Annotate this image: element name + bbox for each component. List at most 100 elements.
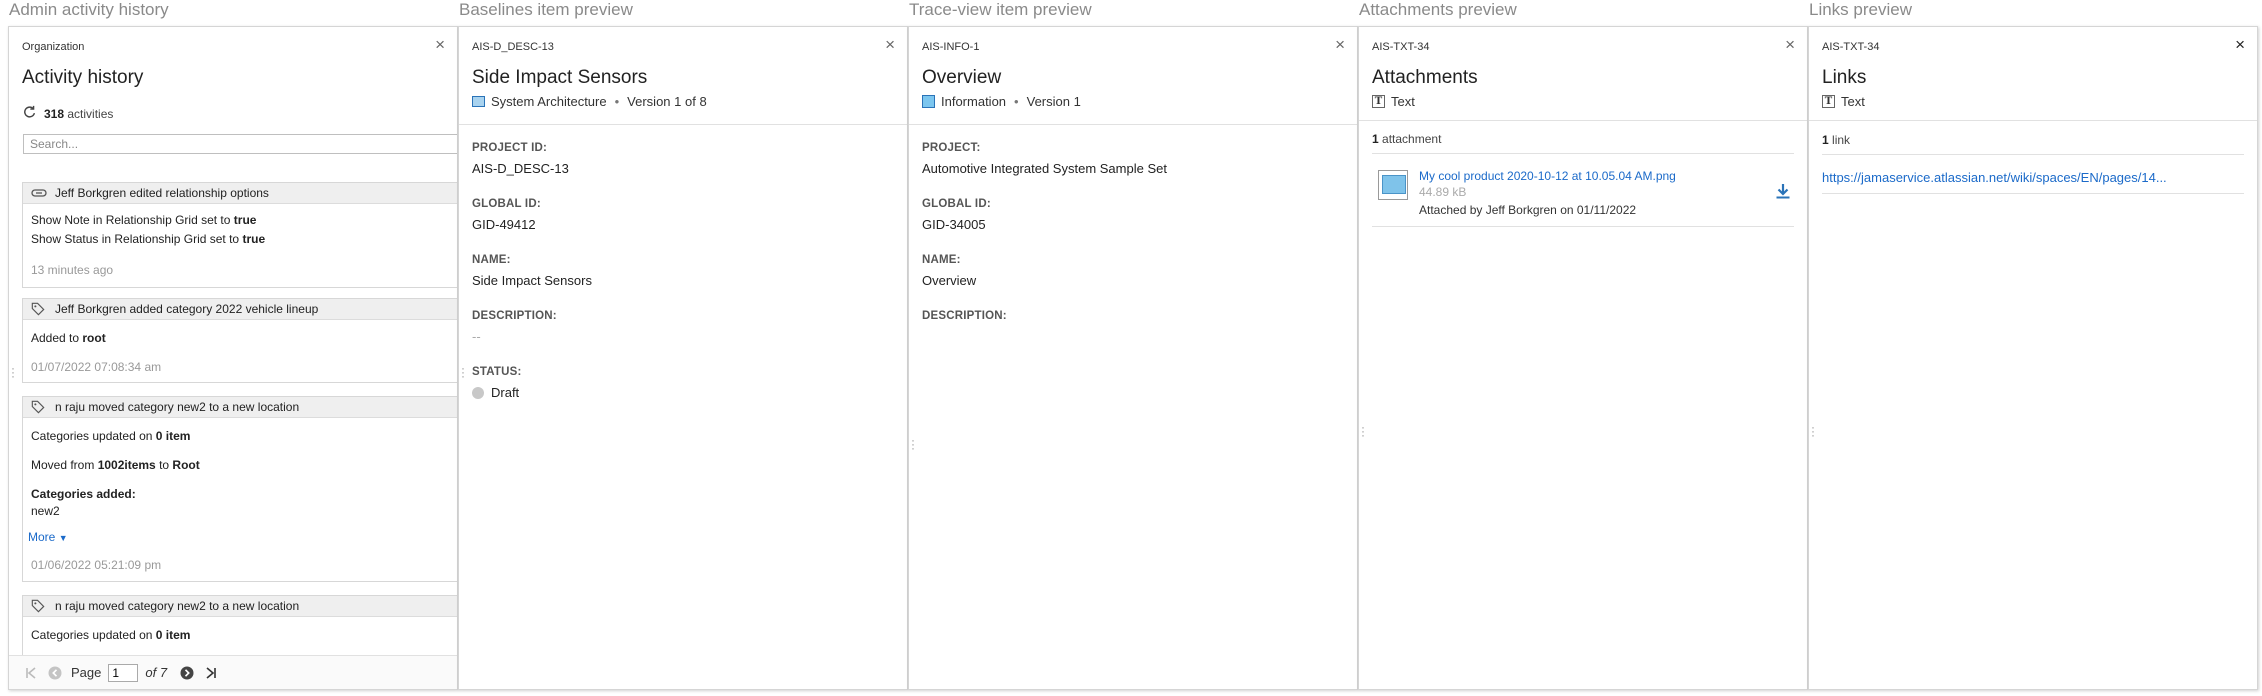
text-icon: T <box>1822 95 1835 108</box>
activity-entry-line: Show Note in Relationship Grid set to tr… <box>31 213 257 227</box>
field-label-project-id: PROJECT ID: <box>472 142 548 154</box>
attachment-attribution: Attached by Jeff Borkgren on 01/11/2022 <box>1419 203 1637 217</box>
page-label: Page <box>71 665 102 680</box>
field-label-name: NAME: <box>472 254 511 266</box>
item-type: System Architecture <box>491 94 607 109</box>
resize-grip[interactable]: · · · <box>461 362 465 382</box>
next-page-icon[interactable] <box>179 665 195 681</box>
link-count: 1 link <box>1822 133 1851 147</box>
links-panel: AIS-TXT-34 × Links T Text 1 link · · · htt… <box>1808 26 2258 690</box>
external-link[interactable]: https://jamaservice.atlassian.net/wiki/s… <box>1822 170 2167 185</box>
activity-entry-header: Jeff Borkgren added category 2022 vehicl… <box>55 302 319 316</box>
caption-trace-view-item-preview: Trace-view item preview <box>909 0 1092 19</box>
pagination-bar: Page of 7 <box>9 655 457 689</box>
status-indicator <box>472 387 484 399</box>
item-id-label: AIS-INFO-1 <box>922 41 980 53</box>
page-number-input[interactable] <box>108 663 139 682</box>
image-thumbnail[interactable] <box>1378 170 1408 200</box>
field-value-description: -- <box>472 329 481 344</box>
item-subtitle: Information • Version 1 <box>922 94 1081 109</box>
activity-entry-header: Jeff Borkgren edited relationship option… <box>55 186 269 200</box>
field-value-project: Automotive Integrated System Sample Set <box>922 161 1167 176</box>
activity-timestamp: 01/06/2022 05:21:09 pm <box>31 558 162 572</box>
divider <box>1372 153 1794 154</box>
item-type: Information <box>941 94 1007 109</box>
activity-entry-header: n raju moved category new2 to a new loca… <box>55 400 300 414</box>
field-value-global-id: GID-49412 <box>472 217 536 232</box>
page-total: of 7 <box>145 665 168 680</box>
activity-entry: n raju moved category new2 to a new loca… <box>22 396 457 582</box>
activity-entry-line: Show Status in Relationship Grid set to … <box>31 232 266 246</box>
activity-history-panel: Organization × Activity history 318 acti… <box>8 26 458 690</box>
previous-page-icon[interactable] <box>47 665 63 681</box>
field-value-status: Draft <box>472 385 519 400</box>
activity-entry-line: Added to root <box>31 331 106 345</box>
first-page-icon[interactable] <box>23 665 39 681</box>
close-icon[interactable]: × <box>1785 36 1795 53</box>
trace-view-item-panel: AIS-INFO-1 × Overview Information • Vers… <box>908 26 1358 690</box>
divider <box>1372 226 1794 227</box>
activity-entry-header: n raju moved category new2 to a new loca… <box>55 599 300 613</box>
item-subtitle: T Text <box>1822 94 1865 109</box>
caption-links-preview: Links preview <box>1809 0 1912 19</box>
system-architecture-icon <box>472 96 485 107</box>
field-value-name: Side Impact Sensors <box>472 273 592 288</box>
field-label-project: PROJECT: <box>922 142 981 154</box>
divider <box>1809 120 2257 121</box>
field-value-global-id: GID-34005 <box>922 217 986 232</box>
item-version: Version 1 <box>1026 94 1081 109</box>
panel-context-label: Organization <box>22 41 85 53</box>
activity-entry-line: Categories added: <box>31 487 136 501</box>
field-label-status: STATUS: <box>472 366 522 378</box>
divider <box>459 124 907 125</box>
caption-attachments-preview: Attachments preview <box>1359 0 1517 19</box>
attachments-panel: AIS-TXT-34 × Attachments T Text 1 attach… <box>1358 26 1808 690</box>
tag-icon <box>31 400 49 414</box>
activity-entry-line: Categories updated on 0 item <box>31 628 191 642</box>
activity-timestamp: 01/07/2022 07:08:34 am <box>31 360 162 374</box>
item-id-label: AIS-TXT-34 <box>1822 41 1880 53</box>
download-icon[interactable] <box>1775 183 1791 204</box>
baselines-item-panel: AIS-D_DESC-13 × Side Impact Sensors Syst… <box>458 26 908 690</box>
item-id-label: AIS-TXT-34 <box>1372 41 1430 53</box>
item-type: Text <box>1391 94 1415 109</box>
activity-timestamp: 13 minutes ago <box>31 263 114 277</box>
search-input[interactable] <box>24 135 456 153</box>
divider <box>909 124 1357 125</box>
tag-icon <box>31 302 49 316</box>
resize-grip[interactable]: · · · <box>11 362 15 382</box>
panel-title: Activity history <box>22 67 144 88</box>
activity-entry-line: Moved from 1002items to Root <box>31 458 200 472</box>
refresh-icon[interactable] <box>23 105 36 121</box>
activity-count: 318 activities <box>44 107 114 121</box>
resize-grip[interactable]: · · · <box>1361 421 1365 441</box>
attachment-file-link[interactable]: My cool product 2020-10-12 at 10.05.04 A… <box>1419 169 1676 183</box>
activity-entry-line: Categories updated on 0 item <box>31 429 191 443</box>
attachment-size: 44.89 kB <box>1419 185 1467 199</box>
close-icon[interactable]: × <box>1335 36 1345 53</box>
close-icon[interactable]: × <box>435 36 445 53</box>
more-link[interactable]: More ▼ <box>28 530 68 544</box>
field-value-name: Overview <box>922 273 977 288</box>
close-icon[interactable]: × <box>2235 36 2245 53</box>
field-label-global-id: GLOBAL ID: <box>472 198 541 210</box>
item-id-label: AIS-D_DESC-13 <box>472 41 554 53</box>
panel-title: Attachments <box>1372 67 1478 88</box>
resize-grip[interactable]: · · · <box>1811 421 1815 441</box>
close-icon[interactable]: × <box>885 36 895 53</box>
field-label-description: DESCRIPTION: <box>922 310 1007 322</box>
field-value-project-id: AIS-D_DESC-13 <box>472 161 569 176</box>
chevron-down-icon: ▼ <box>58 533 68 543</box>
last-page-icon[interactable] <box>203 665 219 681</box>
field-label-name: NAME: <box>922 254 961 266</box>
activity-entry: Jeff Borkgren edited relationship option… <box>22 182 457 288</box>
item-title: Side Impact Sensors <box>472 67 648 88</box>
resize-grip[interactable]: · · · <box>911 434 915 454</box>
item-subtitle: System Architecture • Version 1 of 8 <box>472 94 707 109</box>
tag-icon <box>31 599 49 613</box>
caption-admin-activity-history: Admin activity history <box>9 0 169 19</box>
activity-entry-line: new2 <box>31 504 60 518</box>
field-label-global-id: GLOBAL ID: <box>922 198 991 210</box>
information-icon <box>922 95 935 108</box>
search-box <box>23 134 457 154</box>
